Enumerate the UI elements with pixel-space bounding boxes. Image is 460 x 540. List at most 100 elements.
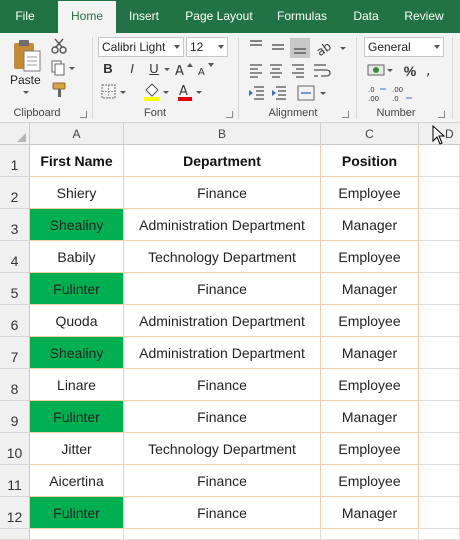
italic-button[interactable]: I xyxy=(124,61,140,77)
borders-button[interactable] xyxy=(100,83,130,101)
font-color-button[interactable]: A xyxy=(176,81,206,103)
header-cell-department[interactable]: Department xyxy=(124,145,321,177)
select-all-button[interactable] xyxy=(0,123,30,145)
cell-department[interactable]: Technology Department xyxy=(124,433,321,465)
cell-department[interactable]: Finance xyxy=(124,465,321,497)
empty-cell[interactable] xyxy=(419,465,460,497)
cell-position[interactable]: Employee xyxy=(321,305,419,337)
worksheet-grid[interactable]: 1 First Name Department Position 2 Shiery… xyxy=(0,145,460,540)
row-header[interactable]: 8 xyxy=(0,369,30,401)
row-header[interactable]: 10 xyxy=(0,433,30,465)
empty-cell[interactable] xyxy=(419,497,460,529)
cell-department[interactable]: Finance xyxy=(124,497,321,529)
cell-department[interactable]: Finance xyxy=(124,177,321,209)
cell-department[interactable]: Finance xyxy=(124,401,321,433)
row-header[interactable]: 7 xyxy=(0,337,30,369)
cell-first-name[interactable]: Quoda xyxy=(30,305,124,337)
tab-review[interactable]: Review xyxy=(396,0,452,33)
paste-button[interactable] xyxy=(10,39,44,75)
row-header[interactable]: 1 xyxy=(0,145,30,177)
paste-dropdown-icon[interactable] xyxy=(23,91,29,94)
row-header[interactable]: 2 xyxy=(0,177,30,209)
row-header[interactable]: 11 xyxy=(0,465,30,497)
empty-cell[interactable] xyxy=(30,529,124,540)
row-header[interactable]: 3 xyxy=(0,209,30,241)
number-launcher-icon[interactable] xyxy=(438,111,445,118)
accounting-format-button[interactable] xyxy=(366,61,396,81)
row-header[interactable]: 12 xyxy=(0,497,30,529)
cell-first-name[interactable]: Fulinter xyxy=(30,401,124,433)
cell-position[interactable]: Manager xyxy=(321,401,419,433)
underline-button[interactable]: U xyxy=(146,61,162,77)
cell-position[interactable]: Manager xyxy=(321,337,419,369)
cell-department[interactable]: Administration Department xyxy=(124,337,321,369)
wrap-text-icon[interactable] xyxy=(314,64,331,77)
align-left-icon[interactable] xyxy=(250,64,262,78)
empty-cell[interactable] xyxy=(419,209,460,241)
paste-label[interactable]: Paste xyxy=(10,73,41,87)
cell-department[interactable]: Administration Department xyxy=(124,305,321,337)
cell-first-name[interactable]: Babily xyxy=(30,241,124,273)
cell-position[interactable]: Employee xyxy=(321,465,419,497)
cell-first-name[interactable]: Fulinter xyxy=(30,273,124,305)
empty-cell[interactable] xyxy=(419,241,460,273)
empty-cell[interactable] xyxy=(321,529,419,540)
empty-cell[interactable] xyxy=(419,529,460,540)
cell-first-name[interactable]: Aicertina xyxy=(30,465,124,497)
row-header[interactable] xyxy=(0,529,30,540)
cell-position[interactable]: Employee xyxy=(321,369,419,401)
align-right-icon[interactable] xyxy=(292,64,304,78)
cell-department[interactable]: Technology Department xyxy=(124,241,321,273)
number-format-select[interactable]: General xyxy=(364,37,444,57)
comma-style-button[interactable]: , xyxy=(422,63,444,79)
percent-button[interactable]: % xyxy=(402,63,418,79)
tab-file[interactable]: File xyxy=(0,0,50,33)
fill-color-button[interactable] xyxy=(142,81,172,103)
copy-button[interactable] xyxy=(50,59,76,77)
empty-cell[interactable] xyxy=(419,273,460,305)
tab-data[interactable]: Data xyxy=(344,0,388,33)
cell-first-name[interactable]: Jitter xyxy=(30,433,124,465)
cell-position[interactable]: Employee xyxy=(321,241,419,273)
row-header[interactable]: 5 xyxy=(0,273,30,305)
cell-first-name[interactable]: Shiery xyxy=(30,177,124,209)
cell-position[interactable]: Employee xyxy=(321,433,419,465)
cell-position[interactable]: Employee xyxy=(321,177,419,209)
alignment-launcher-icon[interactable] xyxy=(342,111,349,118)
bold-button[interactable]: B xyxy=(100,61,116,77)
increase-indent-icon[interactable] xyxy=(272,86,286,100)
tab-page-layout[interactable]: Page Layout xyxy=(176,0,262,33)
cell-department[interactable]: Finance xyxy=(124,273,321,305)
decrease-font-button[interactable]: A xyxy=(196,61,216,79)
empty-cell[interactable] xyxy=(419,177,460,209)
decrease-indent-icon[interactable] xyxy=(249,86,264,100)
empty-cell[interactable] xyxy=(419,433,460,465)
increase-font-button[interactable]: A xyxy=(174,61,194,79)
tab-home[interactable]: Home xyxy=(58,1,116,33)
cell-position[interactable]: Manager xyxy=(321,497,419,529)
decrease-decimal-icon[interactable]: .00 .0 xyxy=(392,86,412,103)
cut-button[interactable] xyxy=(50,37,68,55)
column-header-a[interactable]: A xyxy=(30,123,124,145)
underline-dropdown-icon[interactable] xyxy=(164,68,170,71)
align-center-icon[interactable] xyxy=(270,64,282,78)
orientation-icon[interactable]: ab xyxy=(314,39,346,59)
increase-decimal-icon[interactable]: .0 .00 xyxy=(368,86,386,103)
cell-department[interactable]: Administration Department xyxy=(124,209,321,241)
cell-first-name[interactable]: Shealiny xyxy=(30,337,124,369)
cell-department[interactable]: Finance xyxy=(124,369,321,401)
middle-align-icon[interactable] xyxy=(272,44,284,50)
format-painter-button[interactable] xyxy=(50,81,68,99)
bottom-align-icon[interactable] xyxy=(290,38,310,58)
font-size-select[interactable]: 12 xyxy=(186,37,228,57)
empty-cell[interactable] xyxy=(419,337,460,369)
empty-cell[interactable] xyxy=(419,401,460,433)
tab-formulas[interactable]: Formulas xyxy=(266,0,338,33)
clipboard-launcher-icon[interactable] xyxy=(80,111,87,118)
tab-insert[interactable]: Insert xyxy=(118,0,170,33)
cell-first-name[interactable]: Linare xyxy=(30,369,124,401)
merge-center-icon[interactable] xyxy=(297,85,326,101)
row-header[interactable]: 6 xyxy=(0,305,30,337)
top-align-icon[interactable] xyxy=(250,40,262,46)
column-header-c[interactable]: C xyxy=(321,123,419,145)
